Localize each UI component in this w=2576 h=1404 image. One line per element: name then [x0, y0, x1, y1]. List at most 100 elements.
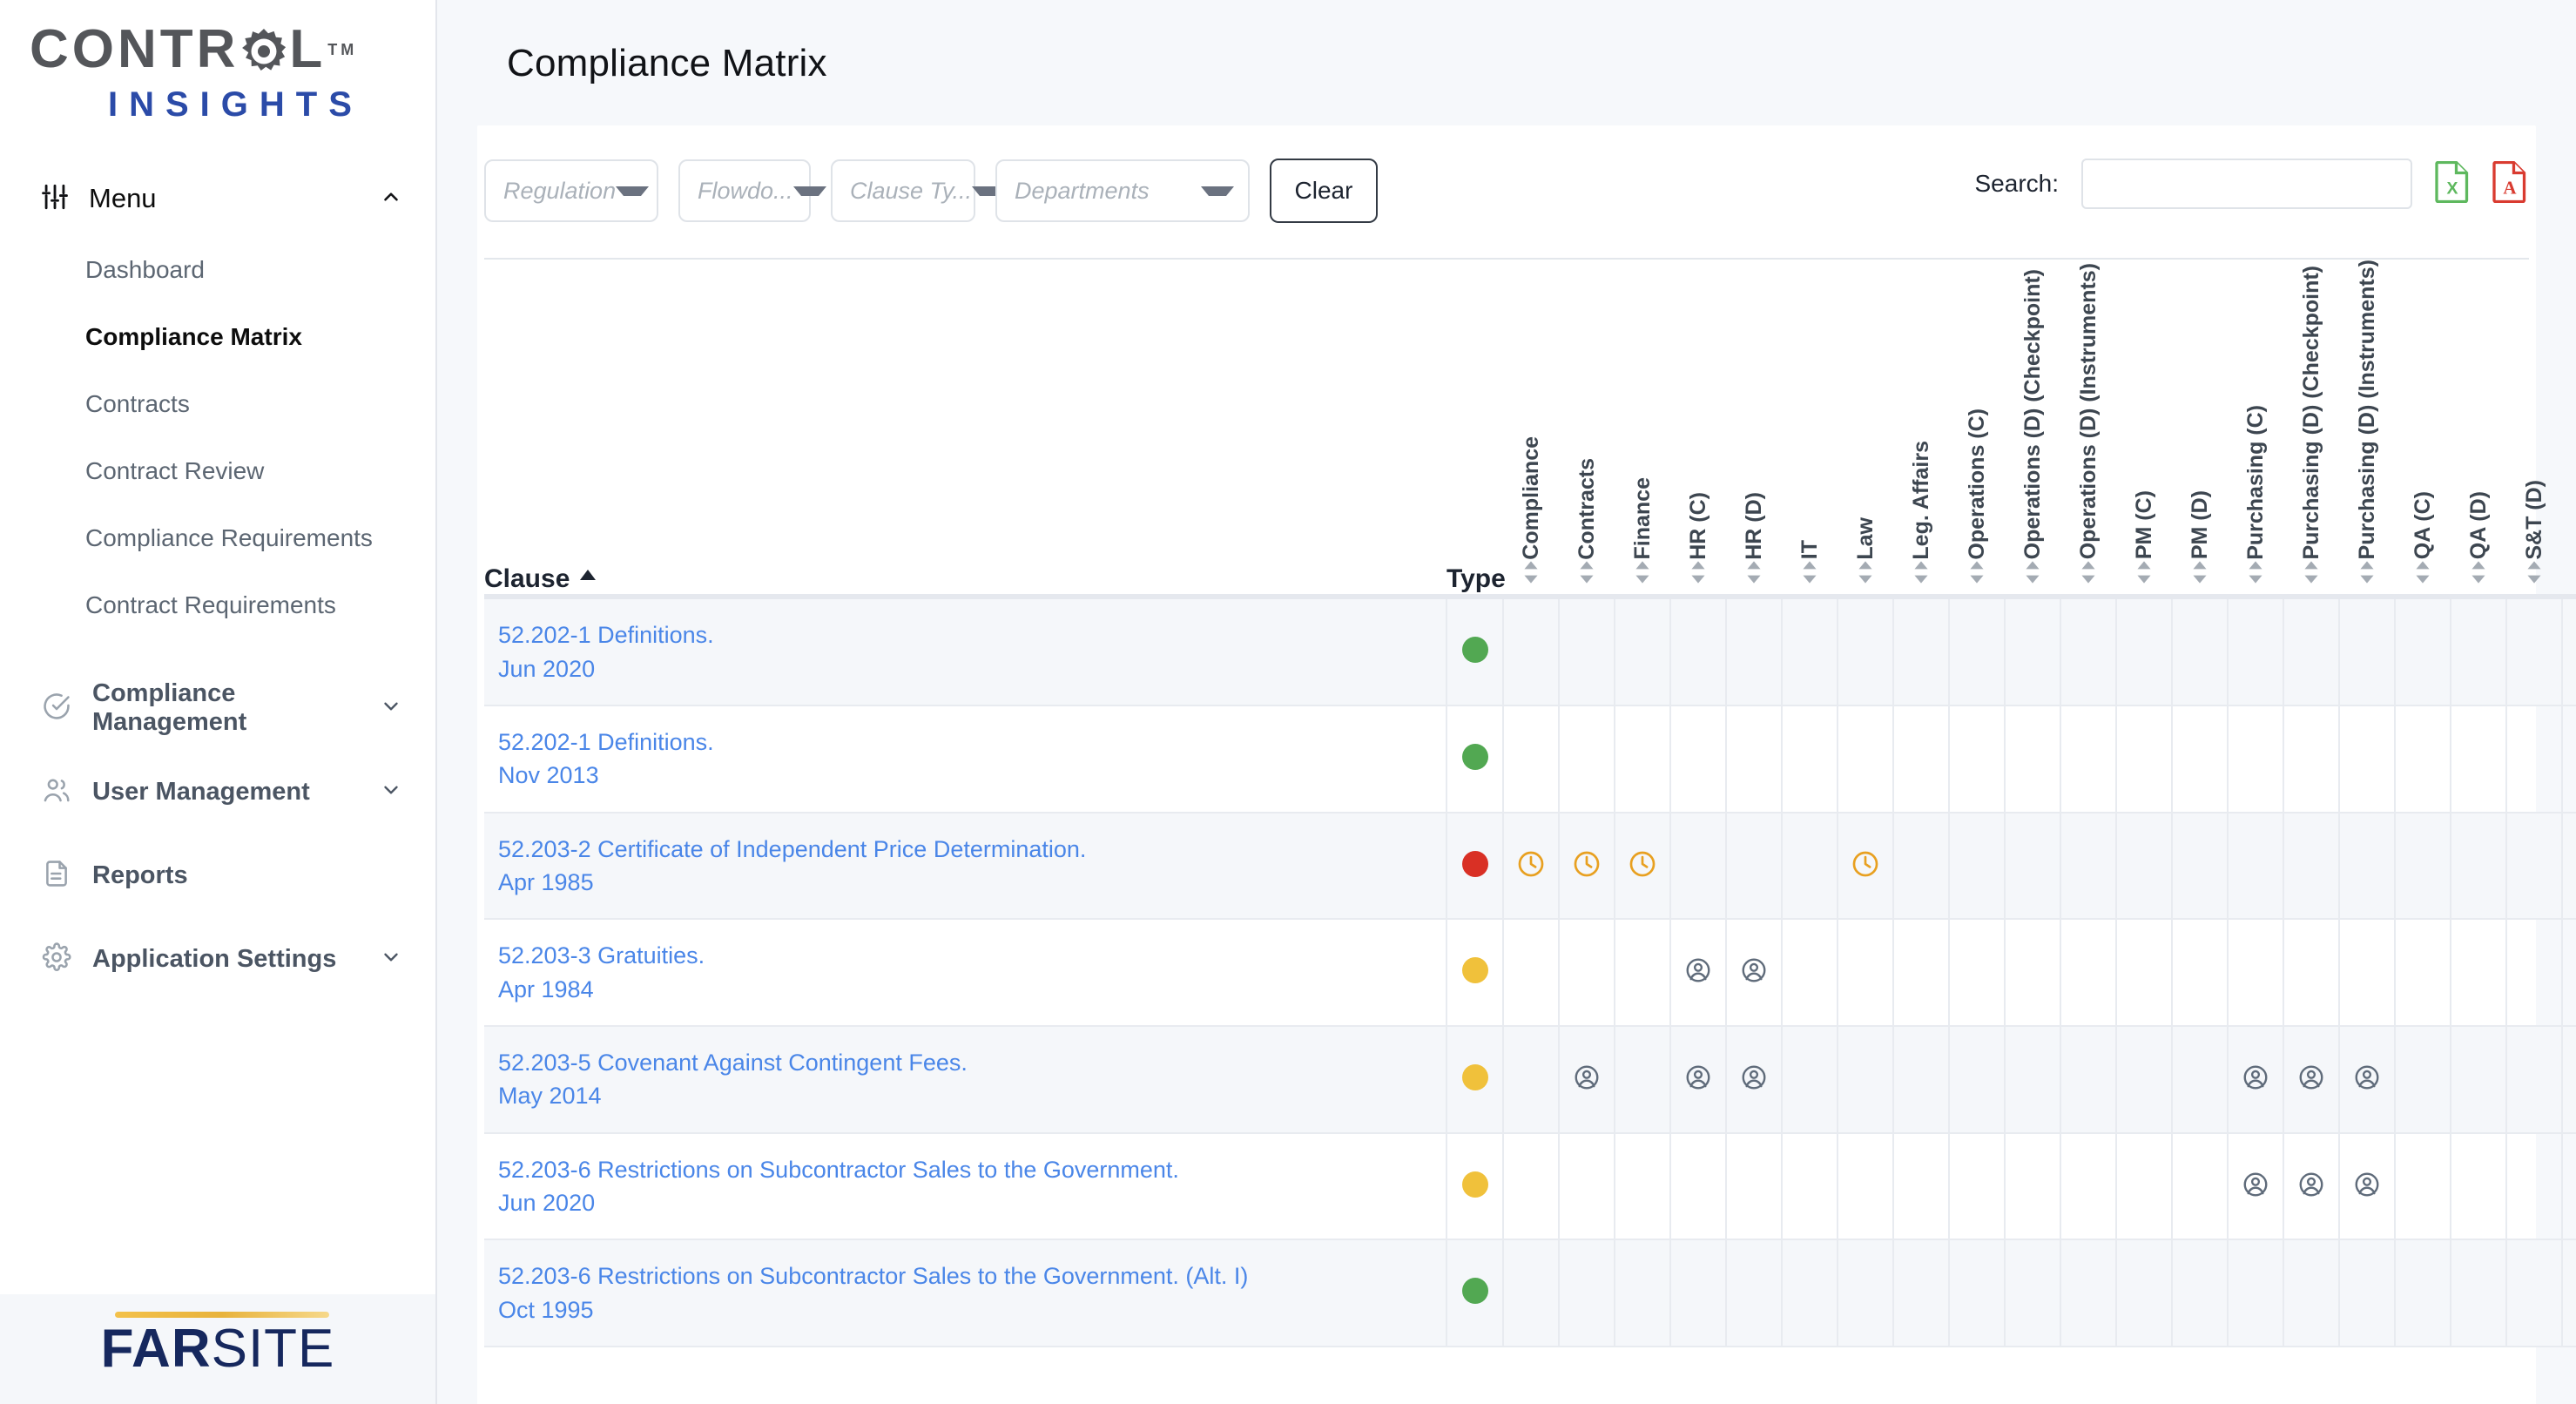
department-header-label: Compliance — [1519, 435, 1543, 560]
column-header-department[interactable]: S&T (D) — [2506, 260, 2562, 600]
sidebar-item-compliance-requirements[interactable]: Compliance Requirements — [0, 504, 435, 571]
assigned-person-icon[interactable] — [2242, 1171, 2269, 1198]
column-header-department[interactable]: Purchasing (C) — [2228, 260, 2283, 600]
matrix-cell — [1892, 597, 1949, 707]
filter-regulation[interactable]: Regulation — [484, 159, 658, 222]
matrix-cell — [2394, 1239, 2451, 1348]
clause-title-link[interactable]: 52.203-3 Gratuities. — [498, 939, 1428, 972]
matrix-cell — [1669, 1132, 1726, 1241]
clause-date-link[interactable]: Nov 2013 — [498, 759, 1428, 792]
matrix-cell — [2561, 1239, 2576, 1348]
sidebar-item-contract-review[interactable]: Contract Review — [0, 437, 435, 504]
column-header-department[interactable]: PM (C) — [2116, 260, 2172, 600]
clause-date-link[interactable]: Jun 2020 — [498, 652, 1428, 685]
sort-toggle-icon — [1803, 561, 1817, 584]
sidebar-item-compliance-matrix[interactable]: Compliance Matrix — [0, 303, 435, 370]
matrix-cell — [1669, 597, 1726, 707]
column-header-type[interactable]: Type — [1446, 260, 1506, 600]
filter-departments[interactable]: Departments — [995, 159, 1250, 222]
clause-title-link[interactable]: 52.202-1 Definitions. — [498, 726, 1428, 759]
clause-title-link[interactable]: 52.202-1 Definitions. — [498, 618, 1428, 651]
pending-clock-icon[interactable] — [1572, 849, 1602, 879]
column-header-department[interactable]: Operations (D) (Checkpoint) — [2005, 260, 2060, 600]
sidebar-item-label: User Management — [92, 777, 310, 806]
clause-cell: 52.203-6 Restrictions on Subcontractor S… — [484, 1239, 1446, 1348]
sidebar-menu-toggle[interactable]: Menu — [0, 161, 435, 236]
sidebar-item-contracts[interactable]: Contracts — [0, 370, 435, 437]
column-header-department[interactable]: Operations (D) (Instruments) — [2060, 260, 2116, 600]
clause-date-link[interactable]: Apr 1985 — [498, 866, 1428, 899]
assigned-person-icon[interactable] — [2353, 1063, 2381, 1091]
column-header-department[interactable]: Purchasing (D) (Checkpoint) — [2283, 260, 2339, 600]
column-header-department[interactable]: Leg. Affairs — [1893, 260, 1949, 600]
excel-export-icon[interactable]: X — [2435, 160, 2470, 207]
assigned-person-icon[interactable] — [2353, 1171, 2381, 1198]
matrix-cell — [1725, 1026, 1782, 1134]
matrix-cell — [2505, 1132, 2562, 1241]
assigned-person-icon[interactable] — [1573, 1063, 1601, 1091]
column-header-department[interactable]: HR (D) — [1726, 260, 1782, 600]
clause-title-link[interactable]: 52.203-2 Certificate of Independent Pric… — [498, 833, 1428, 866]
clause-title-link[interactable]: 52.203-6 Restrictions on Subcontractor S… — [498, 1153, 1428, 1186]
matrix-cell — [1614, 597, 1670, 707]
department-header-label: QA (D) — [2466, 491, 2491, 560]
clause-title-link[interactable]: 52.203-5 Covenant Against Contingent Fee… — [498, 1046, 1428, 1079]
sidebar-item-user-management[interactable]: User Management — [0, 750, 435, 834]
column-header-department[interactable]: IT — [1782, 260, 1838, 600]
assigned-person-icon[interactable] — [1740, 956, 1768, 984]
pending-clock-icon[interactable] — [1851, 849, 1880, 879]
column-header-department[interactable]: Compliance — [1503, 260, 1559, 600]
sort-toggle-icon — [2360, 561, 2374, 584]
filter-departments-placeholder: Departments — [1015, 177, 1150, 204]
assigned-person-icon[interactable] — [1740, 1063, 1768, 1091]
column-header-department[interactable]: Law — [1838, 260, 1893, 600]
sidebar-item-reports[interactable]: Reports — [0, 834, 435, 917]
pending-clock-icon[interactable] — [1628, 849, 1657, 879]
assigned-person-icon[interactable] — [2297, 1171, 2325, 1198]
table-row: 52.203-3 Gratuities. Apr 1984 — [484, 919, 2576, 1028]
column-header-department[interactable]: Purchasing (D) (Instruments) — [2339, 260, 2395, 600]
matrix-cell — [2505, 812, 2562, 921]
matrix-cell — [2505, 705, 2562, 813]
matrix-cell — [2394, 1132, 2451, 1241]
clause-date-link[interactable]: Apr 1984 — [498, 973, 1428, 1006]
column-header-department[interactable]: QA (D) — [2451, 260, 2506, 600]
pdf-export-icon[interactable]: A — [2492, 160, 2527, 207]
assigned-person-icon[interactable] — [1684, 956, 1712, 984]
department-header-label: IT — [1797, 540, 1822, 560]
clause-title-link[interactable]: 52.203-6 Restrictions on Subcontractor S… — [498, 1259, 1428, 1293]
filter-flowdown[interactable]: Flowdo... — [678, 159, 826, 222]
column-header-department[interactable]: PM (D) — [2172, 260, 2228, 600]
clear-filters-button[interactable]: Clear — [1270, 159, 1378, 223]
clause-date-link[interactable]: Oct 1995 — [498, 1293, 1428, 1326]
search-input[interactable] — [2081, 159, 2412, 209]
column-header-department[interactable]: HR (C) — [1670, 260, 1726, 600]
pending-clock-icon[interactable] — [1516, 849, 1546, 879]
matrix-cell — [2450, 812, 2506, 921]
matrix-card: Regulation Flowdo... Clause Ty... Depart… — [477, 125, 2576, 1404]
assigned-person-icon[interactable] — [2242, 1063, 2269, 1091]
assigned-person-icon[interactable] — [2297, 1063, 2325, 1091]
sidebar-item-label: Contract Review — [85, 456, 265, 484]
matrix-cell — [2394, 705, 2451, 813]
matrix-cell — [1781, 1026, 1838, 1134]
sidebar-item-dashboard[interactable]: Dashboard — [0, 236, 435, 303]
column-header-department[interactable]: Finance — [1615, 260, 1670, 600]
matrix-cell — [1558, 1239, 1615, 1348]
column-header-department[interactable]: Contracts — [1559, 260, 1615, 600]
department-header-label: HR (D) — [1742, 491, 1766, 560]
sidebar-item-compliance-management[interactable]: Compliance Management — [0, 666, 435, 750]
clause-date-link[interactable]: Jun 2020 — [498, 1186, 1428, 1219]
assigned-person-icon[interactable] — [1684, 1063, 1712, 1091]
column-header-department[interactable]: QA (C) — [2395, 260, 2451, 600]
matrix-cell — [2004, 812, 2060, 921]
search-area: Search: X A — [1975, 159, 2528, 209]
column-header-department[interactable]: Operations (C) — [1949, 260, 2005, 600]
filter-clause-type[interactable]: Clause Ty... — [831, 159, 1006, 222]
column-header-clause[interactable]: Clause — [484, 260, 1446, 600]
sidebar-item-application-settings[interactable]: Application Settings — [0, 917, 435, 1001]
chevron-down-icon — [380, 779, 402, 806]
sidebar-item-contract-requirements[interactable]: Contract Requirements — [0, 571, 435, 638]
column-header-department[interactable]: Sales — [2562, 260, 2576, 600]
clause-date-link[interactable]: May 2014 — [498, 1079, 1428, 1112]
